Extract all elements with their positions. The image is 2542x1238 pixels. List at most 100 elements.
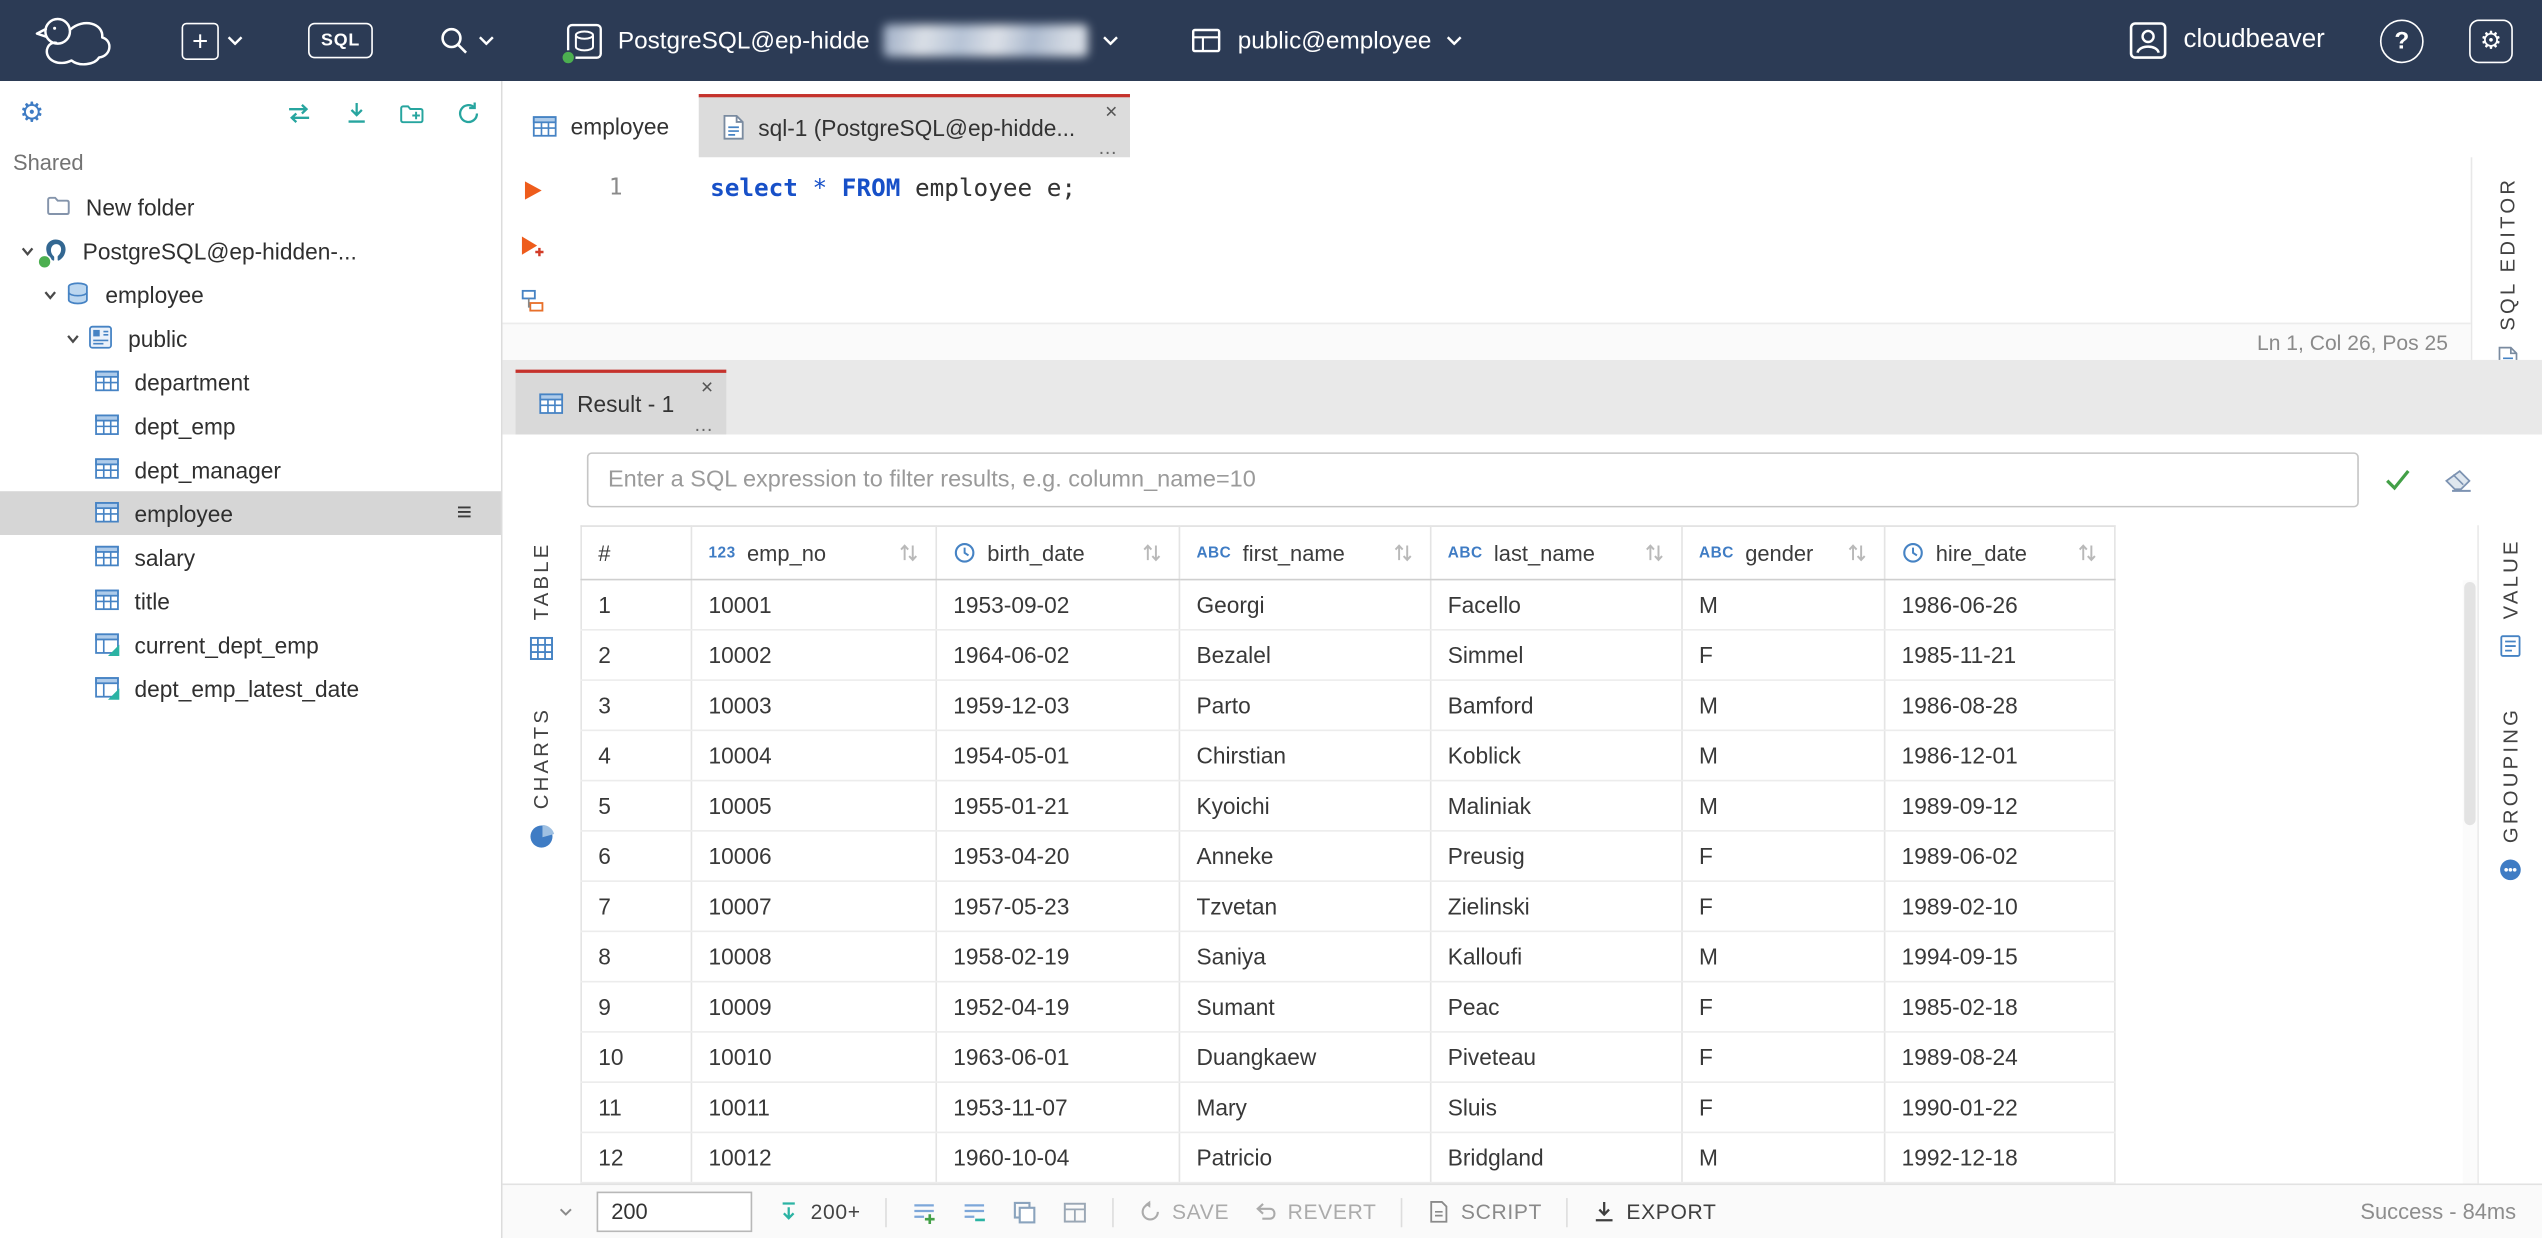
grid-cell[interactable]: Georgi bbox=[1179, 579, 1432, 631]
close-tab-icon[interactable]: × bbox=[1105, 99, 1117, 123]
export-button[interactable]: EXPORT bbox=[1592, 1200, 1716, 1224]
grid-cell[interactable]: 1989-06-02 bbox=[1884, 830, 2116, 882]
connection-selector[interactable]: PostgreSQL@ep-hidde bbox=[561, 22, 1119, 65]
tree-item-table-employee[interactable]: employee ≡ bbox=[0, 491, 501, 535]
grid-cell[interactable]: 1954-05-01 bbox=[936, 730, 1181, 782]
fetch-page-size-button[interactable]: 200+ bbox=[777, 1200, 861, 1224]
column-header-first_name[interactable]: ABC first_name bbox=[1179, 525, 1432, 581]
tab-employee[interactable]: employee bbox=[503, 94, 699, 157]
grid-cell[interactable]: Maliniak bbox=[1430, 780, 1683, 832]
search-button[interactable] bbox=[438, 24, 495, 56]
row-number-cell[interactable]: 8 bbox=[580, 931, 693, 983]
apply-filter-icon[interactable] bbox=[2385, 469, 2411, 492]
grid-cell[interactable]: 10005 bbox=[691, 780, 938, 832]
grid-cell[interactable]: F bbox=[1681, 1082, 1886, 1134]
tree-item-view-current-dept-emp[interactable]: current_dept_emp bbox=[0, 623, 501, 667]
revert-button[interactable]: REVERT bbox=[1254, 1200, 1377, 1224]
tree-item-table-department[interactable]: department bbox=[0, 360, 501, 404]
tab-sql-editor[interactable]: sql-1 (PostgreSQL@ep-hidde... × … bbox=[698, 94, 1131, 159]
execute-script-button[interactable] bbox=[518, 233, 546, 257]
refresh-tree-icon[interactable] bbox=[456, 101, 482, 127]
grid-cell[interactable]: 1953-09-02 bbox=[936, 579, 1181, 631]
grid-cell[interactable]: 1952-04-19 bbox=[936, 981, 1181, 1033]
grid-cell[interactable]: 10012 bbox=[691, 1132, 938, 1184]
grid-cell[interactable]: Tzvetan bbox=[1179, 881, 1432, 933]
tab-more-icon[interactable]: … bbox=[1098, 136, 1117, 159]
sql-editor[interactable]: 1 select * FROM employee e; Ln 1, Col 26, P… bbox=[502, 157, 2471, 360]
grid-cell[interactable]: 10004 bbox=[691, 730, 938, 782]
tree-item-connection[interactable]: PostgreSQL@ep-hidden-... bbox=[0, 229, 501, 273]
grid-cell[interactable]: M bbox=[1681, 680, 1886, 732]
schema-selector[interactable]: public@employee bbox=[1191, 24, 1463, 56]
grid-cell[interactable]: 1990-01-22 bbox=[1884, 1082, 2116, 1134]
row-number-cell[interactable]: 9 bbox=[580, 981, 693, 1033]
add-row-icon[interactable] bbox=[911, 1199, 937, 1225]
settings-button[interactable]: ⚙ bbox=[2469, 18, 2513, 63]
row-number-cell[interactable]: 3 bbox=[580, 680, 693, 732]
grid-cell[interactable]: Zielinski bbox=[1430, 881, 1683, 933]
close-tab-icon[interactable]: × bbox=[701, 374, 713, 398]
grid-cell[interactable]: M bbox=[1681, 780, 1886, 832]
grid-cell[interactable]: 1958-02-19 bbox=[936, 931, 1181, 983]
refresh-results-button[interactable] bbox=[529, 1200, 573, 1224]
row-number-cell[interactable]: 7 bbox=[580, 881, 693, 933]
grid-cell[interactable]: Facello bbox=[1430, 579, 1683, 631]
grid-cell[interactable]: Anneke bbox=[1179, 830, 1432, 882]
grid-cell[interactable]: Kalloufi bbox=[1430, 931, 1683, 983]
tree-item-database-employee[interactable]: employee bbox=[0, 272, 501, 316]
grid-cell[interactable]: F bbox=[1681, 629, 1886, 681]
collapse-all-icon[interactable] bbox=[344, 101, 370, 127]
cloudbeaver-logo[interactable] bbox=[32, 11, 116, 69]
tree-item-table-title[interactable]: title bbox=[0, 579, 501, 623]
grid-cell[interactable]: Simmel bbox=[1430, 629, 1683, 681]
sort-icon[interactable] bbox=[898, 543, 919, 562]
execution-plan-button[interactable] bbox=[520, 289, 544, 313]
edit-grid-icon[interactable] bbox=[1062, 1199, 1088, 1225]
grid-cell[interactable]: M bbox=[1681, 1132, 1886, 1184]
grid-cell[interactable]: 1960-10-04 bbox=[936, 1132, 1181, 1184]
grid-cell[interactable]: F bbox=[1681, 981, 1886, 1033]
grid-cell[interactable]: 1963-06-01 bbox=[936, 1031, 1181, 1083]
grid-cell[interactable]: Sumant bbox=[1179, 981, 1432, 1033]
grid-cell[interactable]: Peac bbox=[1430, 981, 1683, 1033]
grid-cell[interactable]: 10002 bbox=[691, 629, 938, 681]
tab-value-panel[interactable]: VALUE bbox=[2498, 538, 2522, 658]
grid-cell[interactable]: 1959-12-03 bbox=[936, 680, 1181, 732]
grid-cell[interactable]: 1986-12-01 bbox=[1884, 730, 2116, 782]
grid-cell[interactable]: 10007 bbox=[691, 881, 938, 933]
grid-cell[interactable]: Kyoichi bbox=[1179, 780, 1432, 832]
clear-filter-eraser-icon[interactable] bbox=[2443, 468, 2472, 492]
grid-cell[interactable]: Bamford bbox=[1430, 680, 1683, 732]
row-number-cell[interactable]: 1 bbox=[580, 579, 693, 631]
grid-cell[interactable]: Bezalel bbox=[1179, 629, 1432, 681]
row-number-cell[interactable]: 11 bbox=[580, 1082, 693, 1134]
chevron-expanded-icon[interactable] bbox=[42, 286, 58, 302]
item-menu-icon[interactable]: ≡ bbox=[457, 499, 472, 528]
grid-cell[interactable]: F bbox=[1681, 830, 1886, 882]
tab-grouping-panel[interactable]: GROUPING bbox=[2498, 707, 2522, 882]
grid-cell[interactable]: 1989-09-12 bbox=[1884, 780, 2116, 832]
grid-cell[interactable]: Mary bbox=[1179, 1082, 1432, 1134]
grid-cell[interactable]: Parto bbox=[1179, 680, 1432, 732]
column-header-last_name[interactable]: ABC last_name bbox=[1430, 525, 1683, 581]
grid-cell[interactable]: 1986-06-26 bbox=[1884, 579, 2116, 631]
grid-cell[interactable]: 10006 bbox=[691, 830, 938, 882]
tree-item-view-dept-emp-latest-date[interactable]: dept_emp_latest_date bbox=[0, 666, 501, 710]
tree-item-table-dept-manager[interactable]: dept_manager bbox=[0, 447, 501, 491]
grid-cell[interactable]: 1985-11-21 bbox=[1884, 629, 2116, 681]
grid-cell[interactable]: 1953-04-20 bbox=[936, 830, 1181, 882]
grid-cell[interactable]: Piveteau bbox=[1430, 1031, 1683, 1083]
row-number-cell[interactable]: 4 bbox=[580, 730, 693, 782]
grid-cell[interactable]: Duangkaew bbox=[1179, 1031, 1432, 1083]
grid-cell[interactable]: Koblick bbox=[1430, 730, 1683, 782]
grid-scrollbar[interactable] bbox=[2462, 580, 2478, 1184]
grid-cell[interactable]: F bbox=[1681, 881, 1886, 933]
navigator-settings-button[interactable]: ⚙ bbox=[19, 97, 44, 129]
row-number-cell[interactable]: 2 bbox=[580, 629, 693, 681]
tree-item-table-salary[interactable]: salary bbox=[0, 535, 501, 579]
grid-cell[interactable]: Chirstian bbox=[1179, 730, 1432, 782]
sync-connections-icon[interactable] bbox=[284, 102, 315, 125]
grid-cell[interactable]: 1986-08-28 bbox=[1884, 680, 2116, 732]
grid-cell[interactable]: M bbox=[1681, 579, 1886, 631]
script-button[interactable]: SCRIPT bbox=[1427, 1200, 1542, 1224]
